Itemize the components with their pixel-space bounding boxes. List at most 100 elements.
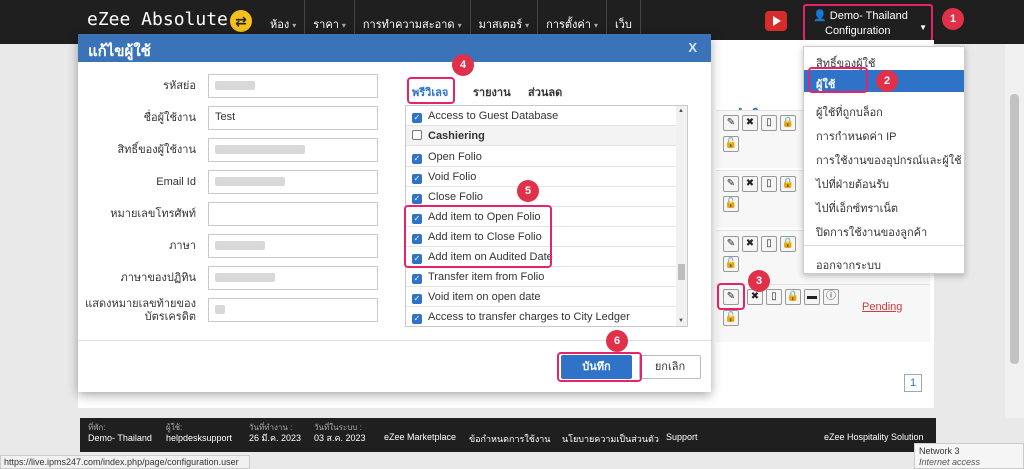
- unlock-icon[interactable]: 🔓: [723, 256, 739, 272]
- field-label-username: ชื่อผู้ใช้งาน: [143, 112, 196, 124]
- menu-item-blocked-users[interactable]: ผู้ใช้ที่ถูกบล็อก: [816, 103, 883, 121]
- scrollbar-thumb[interactable]: [678, 264, 685, 280]
- calendar-language-select[interactable]: [208, 266, 378, 290]
- scroll-up-icon[interactable]: ▲: [678, 108, 684, 114]
- device-icon[interactable]: ▯: [761, 176, 777, 192]
- message-icon[interactable]: ▬: [804, 289, 820, 305]
- footer-property: ที่พัก: Demo- Thailand: [88, 423, 152, 443]
- field-label-card-digits: แสดงหมายเลขท้ายของบัตรเครดิต: [85, 298, 196, 323]
- footer-bar: ที่พัก: Demo- Thailand ผู้ใช้: helpdesksup…: [80, 418, 936, 452]
- checkbox-checked-icon[interactable]: ✓: [412, 154, 422, 164]
- permission-item[interactable]: ✓ Close Folio: [406, 187, 676, 207]
- footer-brand: eZee Hospitality Solution: [824, 432, 924, 442]
- footer-link-marketplace[interactable]: eZee Marketplace: [384, 432, 456, 442]
- field-label-email: Email Id: [156, 176, 196, 188]
- user-privilege-select[interactable]: [208, 138, 378, 162]
- edit-highlight: [717, 283, 745, 310]
- edit-icon[interactable]: ✎: [723, 176, 739, 192]
- unlock-icon[interactable]: 🔓: [723, 196, 739, 212]
- callout-badge-3: 3: [748, 270, 770, 292]
- field-label-short-code: รหัสย่อ: [163, 80, 196, 92]
- callout-badge-2: 2: [876, 70, 898, 92]
- field-label-user-privilege: สิทธิ์ของผู้ใช้งาน: [117, 144, 196, 156]
- privileges-tab-highlight: [407, 77, 455, 104]
- browser-status-url: https://live.ipms247.com/index.php/page/…: [0, 455, 250, 469]
- scroll-down-icon[interactable]: ▼: [678, 318, 684, 324]
- menu-item-extranet[interactable]: ไปที่เอ็กซ์ทราเน็ต: [816, 199, 898, 217]
- card-digits-input[interactable]: [208, 298, 378, 322]
- edit-icon[interactable]: ✎: [723, 115, 739, 131]
- email-field[interactable]: [208, 170, 378, 194]
- permission-item[interactable]: ✓ Access to Guest Database: [406, 106, 676, 126]
- unlock-icon[interactable]: 🔓: [723, 136, 739, 152]
- permission-item[interactable]: ✓ Void Folio: [406, 167, 676, 187]
- footer-system-date: วันที่ในระบบ :03 ส.ค. 2023: [314, 423, 366, 443]
- youtube-icon[interactable]: [765, 11, 787, 31]
- field-label-phone: หมายเลขโทรศัพท์: [110, 208, 196, 220]
- user-menu-button[interactable]: 👤 Demo- Thailand Configuration ▼: [803, 4, 933, 42]
- callout-badge-1: 1: [942, 8, 964, 30]
- checkbox-checked-icon[interactable]: ✓: [412, 113, 422, 123]
- device-icon[interactable]: ▯: [761, 236, 777, 252]
- lock-icon[interactable]: 🔒: [780, 176, 796, 192]
- delete-icon[interactable]: ✖: [742, 236, 758, 252]
- device-icon[interactable]: ▯: [761, 115, 777, 131]
- permission-group[interactable]: Cashiering: [406, 126, 676, 146]
- close-icon[interactable]: X: [688, 40, 697, 55]
- permission-item[interactable]: ✓ Open Folio: [406, 147, 676, 167]
- modal-header: แก้ไขผู้ใช้ X: [78, 34, 711, 62]
- checkbox-checked-icon[interactable]: ✓: [412, 194, 422, 204]
- footer-link-terms[interactable]: ข้อกำหนดการใช้งาน: [469, 432, 550, 446]
- tab-reports[interactable]: รายงาน: [473, 83, 511, 101]
- menu-item-ip-config[interactable]: การกำหนดค่า IP: [816, 127, 896, 145]
- scrollbar-thumb[interactable]: [1010, 94, 1019, 364]
- user-icon: 👤: [813, 10, 830, 22]
- delete-icon[interactable]: ✖: [742, 115, 758, 131]
- checkbox-checked-icon[interactable]: ✓: [412, 314, 422, 324]
- modal-title: แก้ไขผู้ใช้: [88, 43, 151, 60]
- device-icon[interactable]: ▯: [766, 289, 782, 305]
- username-input[interactable]: Test: [208, 106, 378, 130]
- tab-discounts[interactable]: ส่วนลด: [528, 83, 562, 101]
- lock-icon[interactable]: 🔒: [780, 236, 796, 252]
- unlock-icon[interactable]: 🔓: [723, 310, 739, 326]
- menu-divider: [804, 245, 964, 246]
- pending-link[interactable]: Pending: [862, 301, 902, 313]
- info-icon[interactable]: ⓘ: [823, 289, 839, 305]
- lock-icon[interactable]: 🔒: [785, 289, 801, 305]
- permission-item[interactable]: ✓ Access to transfer charges to City Ledg…: [406, 307, 676, 326]
- footer-link-support[interactable]: Support: [666, 432, 698, 442]
- footer-link-privacy[interactable]: นโยบายความเป็นส่วนตัว: [562, 432, 659, 446]
- permission-item[interactable]: ✓ Transfer item from Folio: [406, 267, 676, 287]
- phone-field[interactable]: [208, 202, 378, 226]
- permissions-highlight: [404, 205, 552, 268]
- edit-icon[interactable]: ✎: [723, 236, 739, 252]
- language-select[interactable]: [208, 234, 378, 258]
- checkbox-checked-icon[interactable]: ✓: [412, 174, 422, 184]
- delete-icon[interactable]: ✖: [742, 176, 758, 192]
- network-tooltip: Network 3 Internet access: [914, 443, 1024, 469]
- shuffle-icon[interactable]: ⇄: [230, 10, 252, 32]
- short-code-input[interactable]: [208, 74, 378, 98]
- pagination-page[interactable]: 1: [904, 374, 922, 392]
- page-scrollbar[interactable]: [1005, 44, 1024, 418]
- footer-work-date: วันที่ทำงาน :26 มี.ค. 2023: [249, 423, 301, 443]
- menu-item-disable-client[interactable]: ปิดการใช้งานของลูกค้า: [816, 223, 927, 241]
- field-label-calendar-language: ภาษาของปฏิทิน: [120, 272, 197, 284]
- menu-item-device-usage[interactable]: การใช้งานของอุปกรณ์และผู้ใช้: [816, 151, 962, 169]
- checkbox-unchecked-icon[interactable]: [412, 130, 422, 140]
- users-highlight: [808, 67, 868, 93]
- checkbox-checked-icon[interactable]: ✓: [412, 294, 422, 304]
- chevron-down-icon: ▼: [919, 23, 927, 32]
- save-highlight: [557, 352, 642, 382]
- lock-icon[interactable]: 🔒: [780, 115, 796, 131]
- cancel-button[interactable]: ยกเลิก: [639, 355, 701, 379]
- checkbox-checked-icon[interactable]: ✓: [412, 274, 422, 284]
- menu-item-logout[interactable]: ออกจากระบบ: [816, 256, 881, 274]
- callout-badge-6: 6: [606, 330, 628, 352]
- menu-item-front-desk[interactable]: ไปที่ฝ่ายต้อนรับ: [816, 175, 889, 193]
- permissions-scrollbar[interactable]: ▲ ▼: [676, 106, 687, 326]
- brand-logo[interactable]: eZee Absolute: [87, 9, 228, 30]
- callout-badge-5: 5: [517, 180, 539, 202]
- permission-item[interactable]: ✓ Void item on open date: [406, 287, 676, 307]
